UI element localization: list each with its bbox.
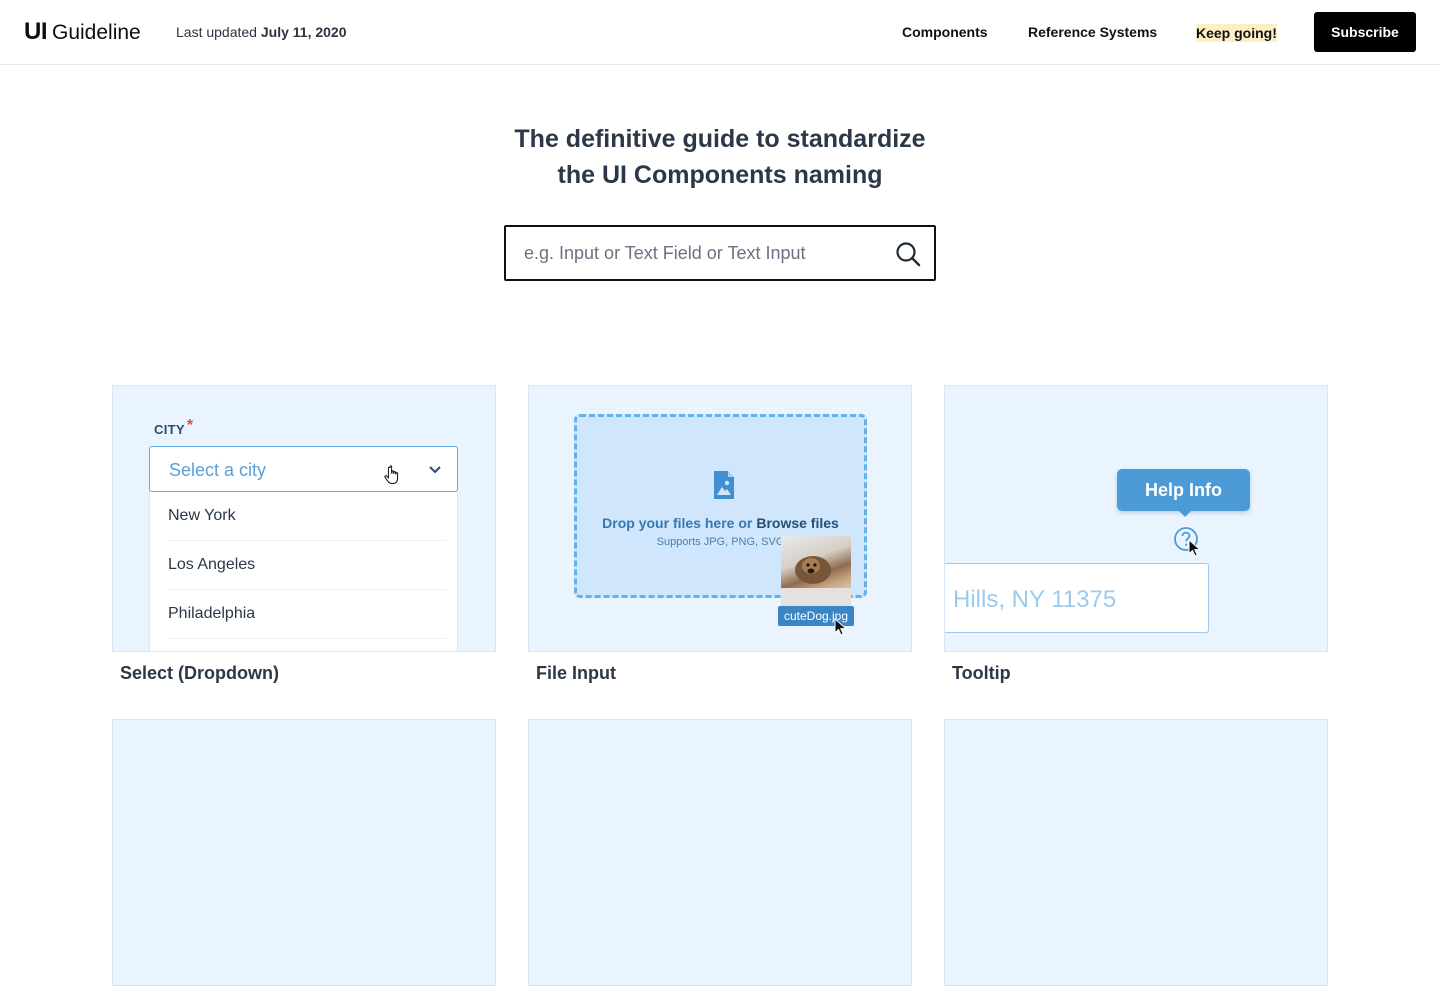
city-label-text: CITY (154, 422, 185, 437)
dragged-file-thumbnail[interactable] (781, 536, 851, 606)
city-select-placeholder: Select a city (169, 460, 267, 480)
city-select[interactable]: Select a city (149, 446, 458, 492)
browse-files-link[interactable]: Browse files (756, 515, 838, 531)
site-logo[interactable]: UI Guideline (24, 18, 141, 46)
page-title: The definitive guide to standardize the … (420, 121, 1020, 193)
image-file-icon (712, 470, 736, 500)
card-label-select-dropdown[interactable]: Select (Dropdown) (120, 663, 279, 684)
last-updated-prefix: Last updated (176, 24, 257, 40)
mouse-pointer-icon (834, 617, 848, 636)
page-title-line-1: The definitive guide to standardize (514, 125, 926, 153)
search-box (504, 225, 936, 281)
card-file-input-preview[interactable]: Drop your files here or Browse files Supp… (528, 385, 912, 652)
city-options-list: New York Los Angeles Philadelphia (149, 492, 458, 651)
city-option[interactable]: Los Angeles (168, 541, 446, 590)
address-input[interactable]: Hills, NY 11375 (945, 563, 1209, 633)
card-tooltip-preview[interactable]: Help Info Hills, NY 11375 (944, 385, 1328, 652)
card-label-tooltip[interactable]: Tooltip (952, 663, 1011, 684)
last-updated-date: July 11, 2020 (260, 24, 347, 40)
card-preview[interactable] (528, 719, 912, 986)
mouse-pointer-icon (1188, 538, 1202, 557)
chevron-down-icon[interactable] (427, 463, 443, 475)
city-option[interactable]: New York (168, 492, 446, 541)
nav-reference-systems-link[interactable]: Reference Systems (1028, 24, 1157, 40)
last-updated: Last updated July 11, 2020 (176, 24, 347, 40)
card-preview[interactable] (112, 719, 496, 986)
page-title-line-2: the UI Components naming (557, 161, 883, 189)
tooltip-arrow (1178, 510, 1192, 517)
nav-keep-going-link[interactable]: Keep going! (1196, 24, 1277, 42)
address-input-value: Hills, NY 11375 (953, 586, 1117, 613)
drop-text: Drop your files here or (602, 515, 753, 531)
card-preview[interactable] (944, 719, 1328, 986)
logo-ui-text: UI (24, 18, 48, 45)
city-field-label: CITY * (154, 417, 193, 439)
search-icon[interactable] (894, 240, 922, 268)
card-label-file-input[interactable]: File Input (536, 663, 616, 684)
search-input[interactable] (524, 240, 884, 266)
nav-components-link[interactable]: Components (902, 24, 988, 40)
tooltip-bubble: Help Info (1117, 469, 1250, 511)
card-select-dropdown-preview[interactable]: CITY * Select a city New York Los Angeles… (112, 385, 496, 652)
subscribe-button[interactable]: Subscribe (1314, 12, 1416, 52)
city-option[interactable]: Philadelphia (168, 590, 446, 639)
logo-name-text: Guideline (52, 21, 141, 44)
required-asterisk: * (186, 417, 194, 434)
drop-instructions: Drop your files here or Browse files (577, 515, 864, 531)
hand-pointer-icon (384, 465, 402, 485)
site-header: UI Guideline Last updated July 11, 2020 … (0, 0, 1440, 65)
